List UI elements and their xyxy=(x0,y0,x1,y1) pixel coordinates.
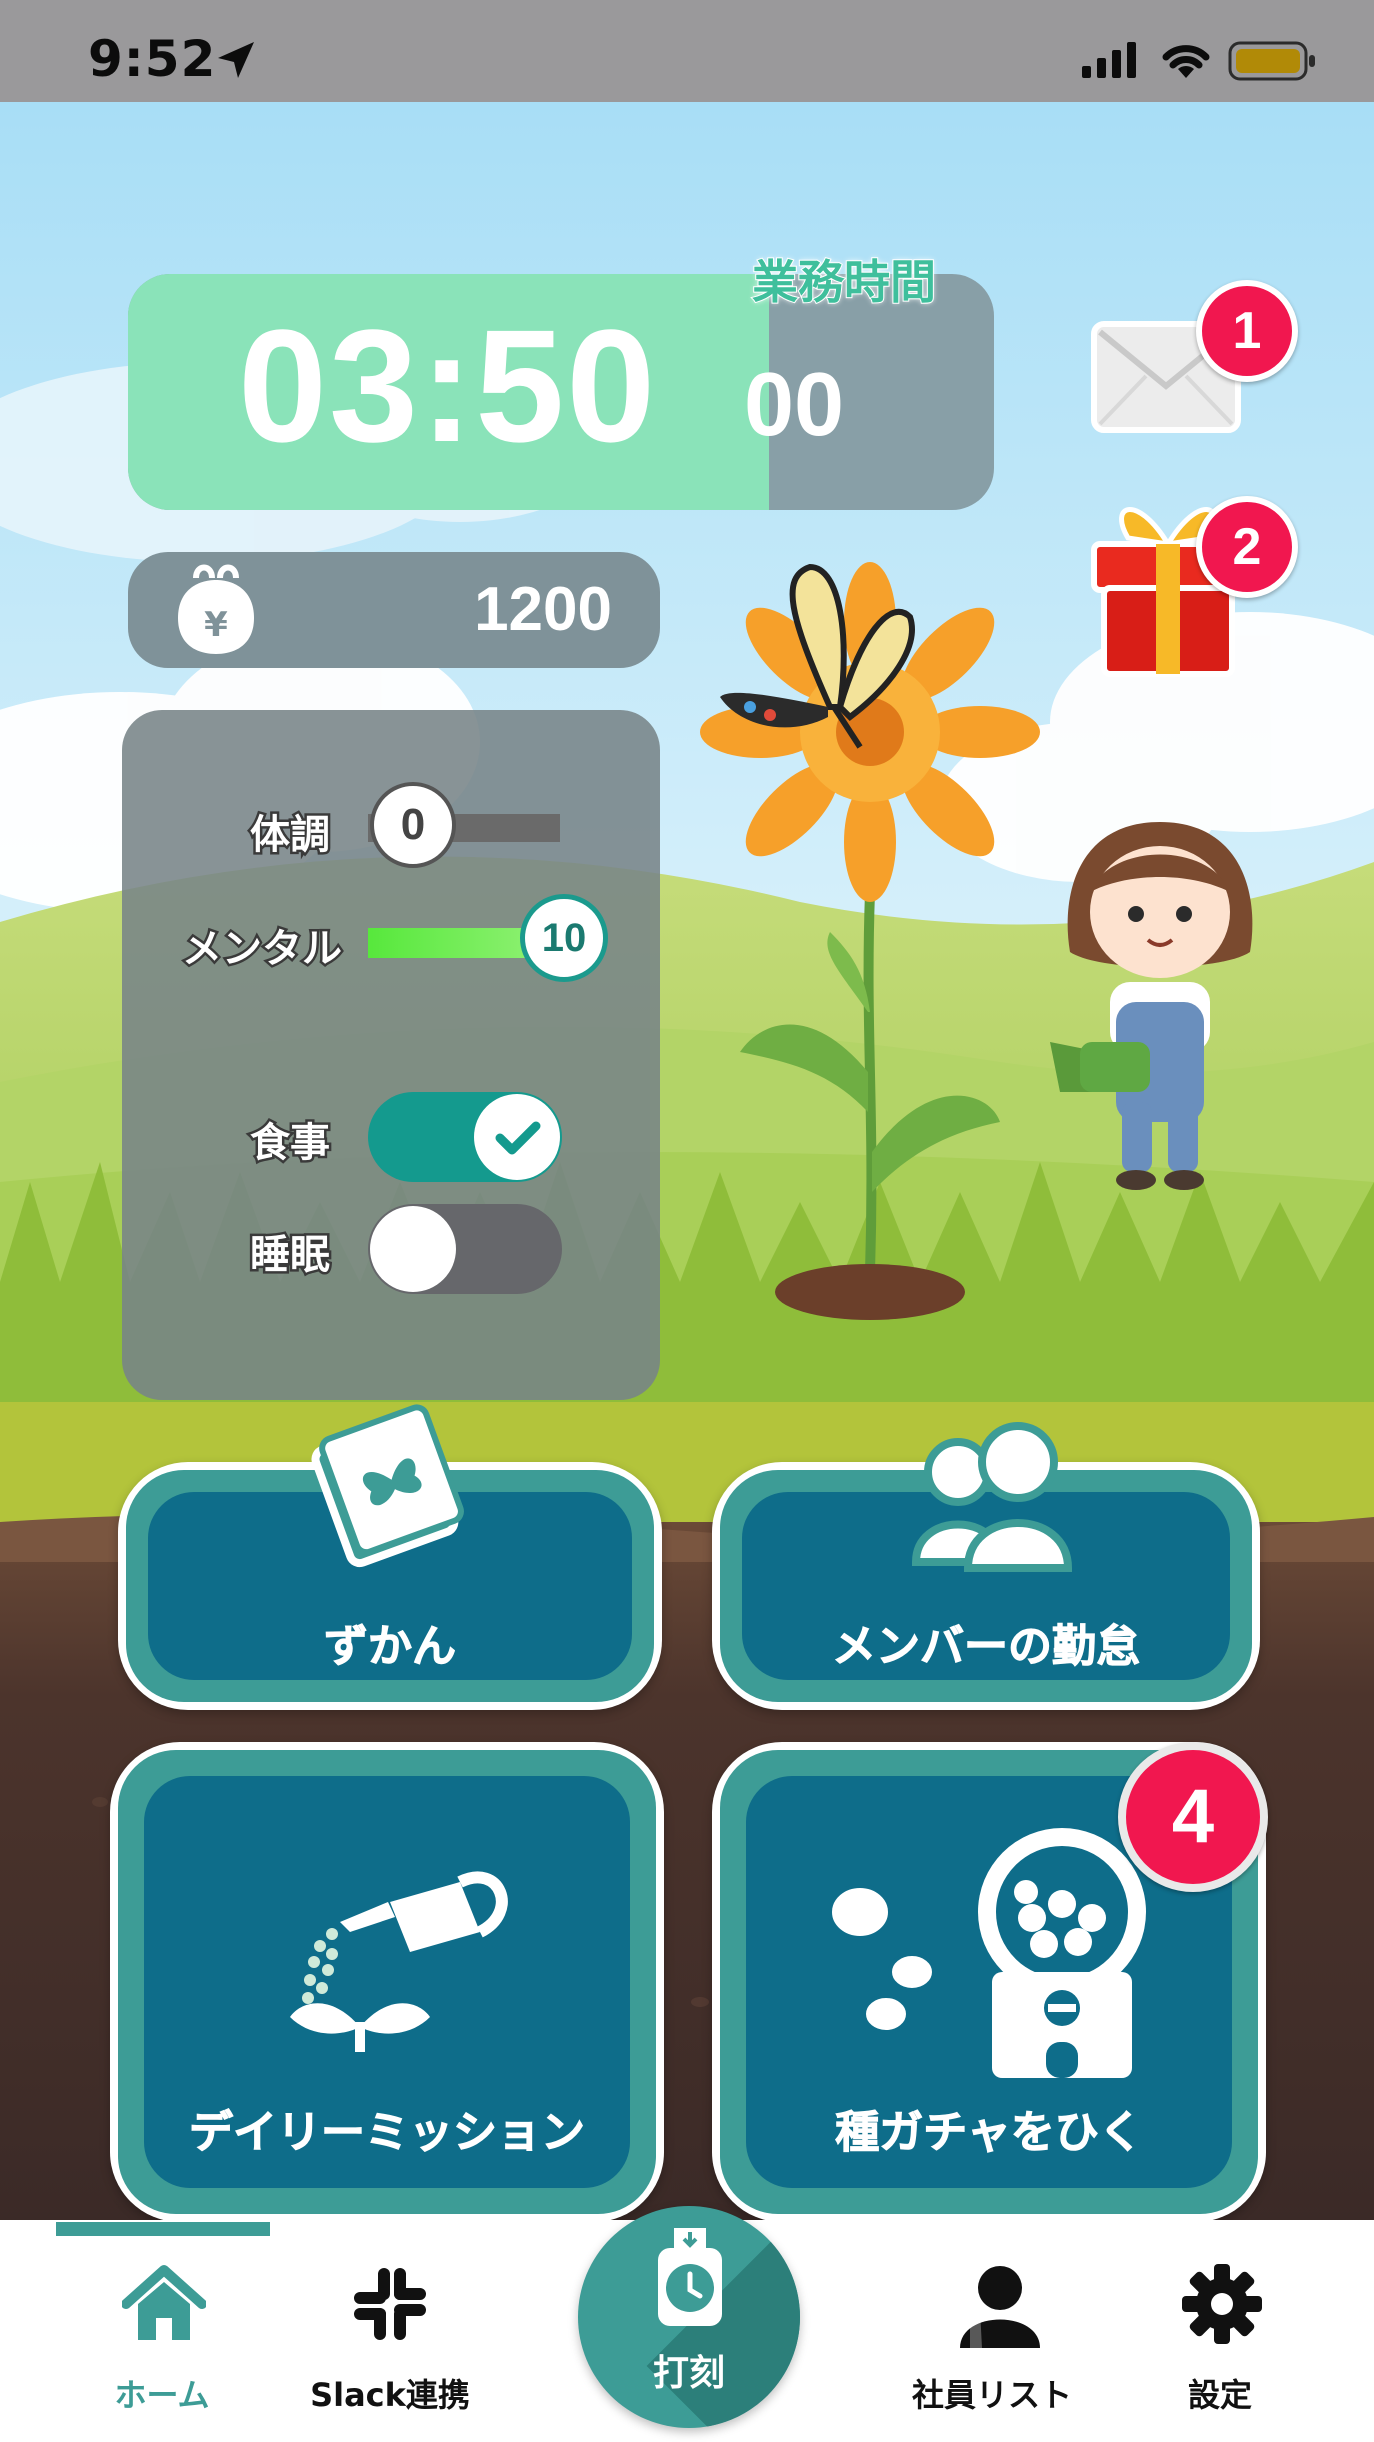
bottom-navigation: ホーム Slack連携 打刻 社員リスト 設定 xyxy=(0,2206,1374,2442)
nav-settings[interactable]: 設定 xyxy=(1120,2220,1320,2442)
meal-toggle[interactable] xyxy=(368,1092,562,1182)
wifi-icon xyxy=(1162,45,1210,78)
nav-home-label: ホーム xyxy=(114,2376,210,2414)
gift-badge: 2 xyxy=(1196,496,1298,598)
gear-icon xyxy=(1182,2264,1262,2344)
mail-badge: 1 xyxy=(1196,280,1298,382)
location-arrow-icon xyxy=(218,42,254,78)
watering-can-sprout-icon xyxy=(290,1871,508,2052)
stopwatch-icon xyxy=(658,2228,722,2326)
status-bar: 9:52 xyxy=(0,0,1374,102)
employee-list-icon xyxy=(960,2266,1040,2348)
condition-panel: 体調 0 メンタル 10 食事 睡眠 xyxy=(122,710,660,1400)
checkmark-icon xyxy=(495,1121,541,1155)
members-group-icon xyxy=(911,1422,1073,1572)
wallet-balance: ¥ 1200 xyxy=(128,552,660,668)
mental-slider-fill xyxy=(368,928,528,958)
nav-settings-label: 設定 xyxy=(1187,2376,1252,2414)
gardener-girl-illustration xyxy=(1050,822,1253,1190)
wallet-amount: 1200 xyxy=(474,575,612,644)
sleep-label: 睡眠 xyxy=(248,1230,333,1281)
nav-slack-label: Slack連携 xyxy=(310,2376,470,2414)
sleep-toggle-knob xyxy=(370,1206,456,1292)
status-time: 9:52 xyxy=(88,30,217,88)
seed-gacha-badge: 4 xyxy=(1118,1742,1268,1892)
butterfly-illustration xyxy=(720,563,915,749)
nav-employee-list[interactable]: 社員リスト xyxy=(892,2220,1092,2442)
physical-slider-thumb[interactable]: 0 xyxy=(370,782,456,868)
mental-slider-thumb[interactable]: 10 xyxy=(520,894,608,982)
battery-icon xyxy=(1228,41,1315,81)
picture-book-icon xyxy=(311,1404,464,1568)
timer-seconds-value: 00 xyxy=(744,355,845,455)
nav-home[interactable]: ホーム xyxy=(62,2220,262,2442)
sleep-toggle[interactable] xyxy=(368,1204,562,1294)
punch-button[interactable]: 打刻 xyxy=(578,2206,800,2428)
nav-employee-list-label: 社員リスト xyxy=(911,2376,1072,2414)
garden-scene: 03:50 00 業務時間 ¥ 1200 体調 0 メンタル 10 食事 睡眠 … xyxy=(0,102,1374,2220)
meal-toggle-knob xyxy=(474,1094,560,1180)
gacha-machine-icon xyxy=(828,1828,1146,2078)
nav-slack[interactable]: Slack連携 xyxy=(290,2220,490,2442)
member-attendance-label: メンバーの勤怠 xyxy=(832,1621,1141,1673)
slack-icon xyxy=(354,2268,426,2340)
timer-main-value: 03:50 xyxy=(238,296,658,475)
physical-label: 体調 xyxy=(248,810,333,861)
signal-icon xyxy=(1082,42,1136,78)
daily-mission-button[interactable]: デイリーミッション xyxy=(110,1742,664,2220)
mental-label: メンタル xyxy=(180,924,345,975)
encyclopedia-label: ずかん xyxy=(324,1621,457,1673)
seed-gacha-label: 種ガチャをひく xyxy=(835,2107,1144,2159)
punch-label: 打刻 xyxy=(652,2353,725,2394)
meal-label: 食事 xyxy=(248,1118,333,1169)
daily-mission-label: デイリーミッション xyxy=(189,2107,586,2159)
svg-text:¥: ¥ xyxy=(204,605,228,645)
timer-label: 業務時間 xyxy=(751,254,937,310)
coin-purse-icon: ¥ xyxy=(178,564,254,654)
home-icon xyxy=(122,2265,206,2340)
